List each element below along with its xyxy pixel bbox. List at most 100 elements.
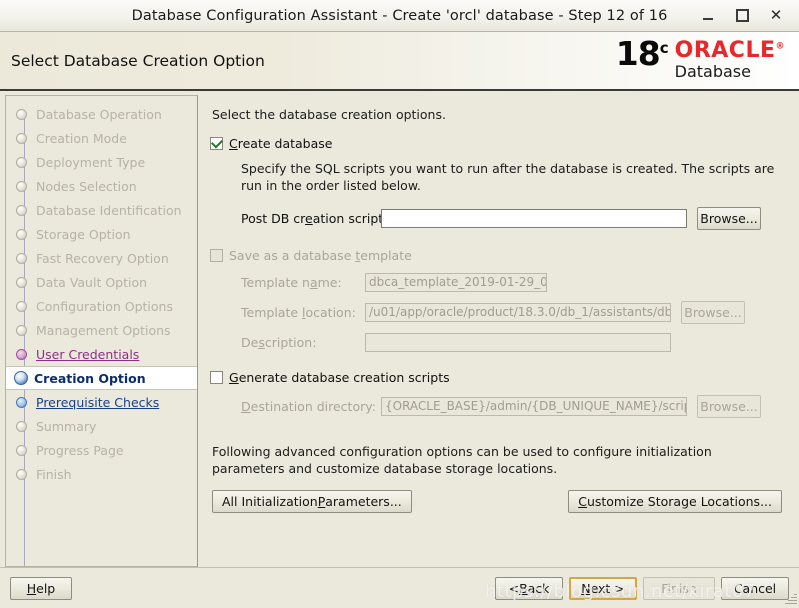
- logo-version: 18c: [616, 37, 669, 70]
- template-name-label: Template name:: [241, 274, 342, 290]
- destination-directory-label: Destination directory:: [241, 398, 376, 414]
- logo-wordmark: ORACLE® Database: [675, 38, 785, 81]
- create-database-row[interactable]: Create database: [210, 136, 784, 151]
- step-bullet-icon: [16, 276, 27, 288]
- wizard-step-list: Database Operation Creation Mode Deploymen…: [6, 102, 197, 486]
- sidebar-item-label: Deployment Type: [36, 154, 146, 170]
- sidebar-item-creation-option[interactable]: Creation Option: [6, 366, 197, 390]
- create-database-checkbox[interactable]: [210, 137, 223, 150]
- advanced-buttons: All Initialization Parameters... Customi…: [212, 489, 782, 513]
- close-icon: ✕: [769, 6, 783, 24]
- step-bullet-icon: [16, 396, 27, 408]
- sidebar-item-user-credentials[interactable]: User Credentials: [6, 342, 197, 366]
- destination-directory-input[interactable]: {ORACLE_BASE}/admin/{DB_UNIQUE_NAME}/scr…: [381, 396, 687, 416]
- customize-storage-locations-button[interactable]: Customize Storage Locations...: [568, 489, 782, 513]
- page-banner: Select Database Creation Option 18c ORAC…: [0, 32, 799, 91]
- logo-version-suffix: c: [659, 39, 669, 57]
- sidebar-item-database-identification: Database Identification: [6, 198, 197, 222]
- sidebar-item-label: Configuration Options: [36, 298, 173, 314]
- step-bullet-icon: [16, 132, 27, 144]
- sidebar-item-label: Creation Option: [34, 370, 146, 386]
- oracle-logo: 18c ORACLE® Database: [616, 37, 785, 81]
- minimize-button[interactable]: [701, 9, 715, 23]
- create-database-label: Create database: [229, 136, 333, 151]
- sidebar-item-configuration-options: Configuration Options: [6, 294, 197, 318]
- sidebar-item-label: Database Operation: [36, 106, 162, 122]
- all-initialization-parameters-button[interactable]: All Initialization Parameters...: [212, 489, 412, 513]
- minimize-icon: [703, 18, 713, 20]
- sidebar-item-management-options: Management Options: [6, 318, 197, 342]
- step-bullet-icon: [16, 300, 27, 312]
- sidebar-item-finish: Finish: [6, 462, 197, 486]
- resize-grip[interactable]: [783, 592, 797, 606]
- template-description-label: Description:: [241, 334, 317, 350]
- sidebar-item-fast-recovery-option: Fast Recovery Option: [6, 246, 197, 270]
- save-template-checkbox[interactable]: [210, 248, 223, 262]
- template-name-row: Template name: dbca_template_2019-01-29_…: [241, 272, 784, 292]
- sidebar-item-label: Data Vault Option: [36, 274, 148, 290]
- template-description-row: Description:: [241, 332, 784, 352]
- template-location-label: Template location:: [241, 304, 356, 320]
- sidebar-item-progress-page: Progress Page: [6, 438, 197, 462]
- footer-nav-buttons: < Back Next > Finish Cancel: [495, 576, 789, 600]
- template-name-input[interactable]: dbca_template_2019-01-29_02-09-5: [365, 272, 547, 292]
- step-bullet-icon: [16, 324, 27, 336]
- wizard-steps-sidebar: Database Operation Creation Mode Deploymen…: [5, 95, 198, 567]
- sidebar-item-label: Management Options: [36, 322, 171, 338]
- step-bullet-icon: [14, 371, 28, 385]
- sidebar-item-prerequisite-checks[interactable]: Prerequisite Checks: [6, 390, 197, 414]
- sidebar-item-label: Creation Mode: [36, 130, 127, 146]
- step-bullet-icon: [16, 420, 27, 432]
- finish-button[interactable]: Finish: [643, 576, 715, 600]
- logo-brand: ORACLE®: [675, 40, 785, 62]
- post-scripts-input[interactable]: [381, 208, 687, 228]
- step-bullet-icon: [16, 348, 27, 360]
- destination-directory-browse-button[interactable]: Browse...: [697, 394, 761, 418]
- logo-version-number: 18: [615, 34, 661, 73]
- sidebar-item-summary: Summary: [6, 414, 197, 438]
- post-scripts-row: Post DB creation scripts: Browse...: [241, 206, 784, 230]
- window-title: Database Configuration Assistant - Creat…: [131, 7, 668, 24]
- sidebar-item-label: Progress Page: [36, 442, 124, 458]
- step-bullet-icon: [16, 204, 27, 216]
- post-scripts-browse-button[interactable]: Browse...: [697, 206, 761, 230]
- step-bullet-icon: [16, 468, 27, 480]
- template-description-input[interactable]: [365, 332, 671, 352]
- back-button[interactable]: < Back: [495, 576, 563, 600]
- cancel-button[interactable]: Cancel: [721, 576, 789, 600]
- sidebar-item-deployment-type: Deployment Type: [6, 150, 197, 174]
- dbca-window: Database Configuration Assistant - Creat…: [0, 0, 799, 608]
- sidebar-item-label: Database Identification: [36, 202, 182, 218]
- generate-scripts-checkbox[interactable]: [210, 370, 223, 384]
- sidebar-item-label: Prerequisite Checks: [36, 394, 160, 410]
- sidebar-item-label: Fast Recovery Option: [36, 250, 169, 266]
- maximize-button[interactable]: [735, 9, 749, 23]
- step-bullet-icon: [16, 228, 27, 240]
- title-bar: Database Configuration Assistant - Creat…: [0, 0, 799, 32]
- advanced-section: Following advanced configuration options…: [210, 444, 784, 513]
- close-button[interactable]: ✕: [769, 6, 783, 24]
- help-button[interactable]: Help: [10, 576, 72, 600]
- next-button[interactable]: Next >: [569, 576, 637, 600]
- main-panel: Select the database creation options. Cr…: [198, 95, 794, 567]
- create-database-label-rest: reate database: [237, 136, 333, 151]
- template-location-browse-button[interactable]: Browse...: [681, 300, 745, 324]
- logo-product: Database: [674, 62, 751, 81]
- advanced-description: Following advanced configuration options…: [212, 443, 712, 476]
- generate-scripts-label: Generate database creation scripts: [229, 369, 450, 385]
- sidebar-item-label: User Credentials: [36, 346, 140, 362]
- sidebar-item-storage-option: Storage Option: [6, 222, 197, 246]
- template-location-input[interactable]: /u01/app/oracle/product/18.3.0/db_1/assi…: [365, 302, 671, 322]
- sidebar-item-label: Summary: [36, 418, 97, 434]
- sidebar-item-nodes-selection: Nodes Selection: [6, 174, 197, 198]
- page-title: Select Database Creation Option: [11, 52, 265, 70]
- save-template-label: Save as a database template: [229, 247, 412, 263]
- save-template-row[interactable]: Save as a database template: [210, 248, 784, 263]
- generate-scripts-row[interactable]: Generate database creation scripts: [210, 370, 784, 385]
- logo-brand-sup: ®: [775, 41, 785, 52]
- create-database-help: Specify the SQL scripts you want to run …: [241, 161, 775, 193]
- step-bullet-icon: [16, 444, 27, 456]
- sidebar-item-label: Nodes Selection: [36, 178, 137, 194]
- step-bullet-icon: [16, 108, 27, 120]
- sidebar-item-label: Finish: [36, 466, 72, 482]
